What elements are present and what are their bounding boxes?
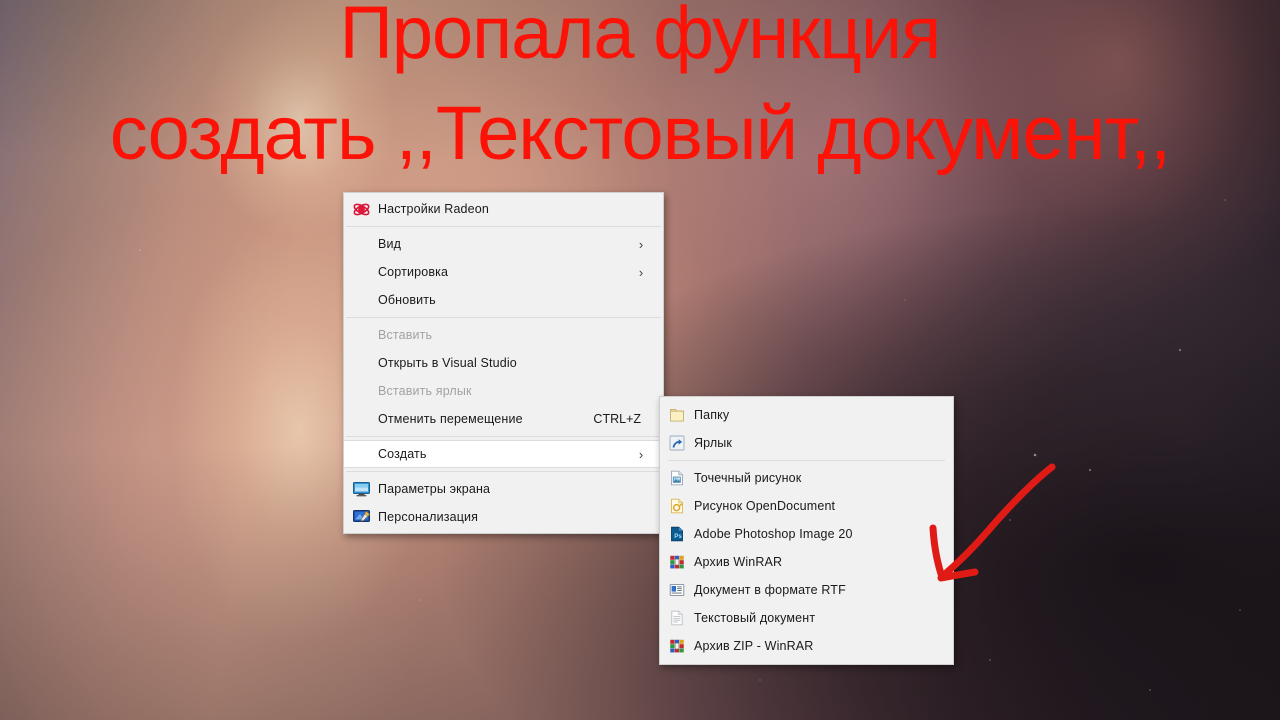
menu-item-label: Персонализация xyxy=(378,510,479,524)
winrar-zip-icon xyxy=(660,632,694,660)
submenu-item-shortcut[interactable]: Ярлык xyxy=(660,429,953,457)
menu-item-label: Вид xyxy=(378,237,402,251)
rtf-document-icon xyxy=(660,576,694,604)
empty-icon-slot xyxy=(344,258,378,286)
empty-icon-slot xyxy=(344,377,378,405)
menu-separator xyxy=(346,471,661,472)
submenu-item-label: Рисунок OpenDocument xyxy=(694,499,836,513)
submenu-item-zip-winrar-archive[interactable]: Архив ZIP - WinRAR xyxy=(660,632,953,660)
menu-item-refresh[interactable]: Обновить xyxy=(344,286,663,314)
submenu-item-label: Adobe Photoshop Image 20 xyxy=(694,527,853,541)
display-settings-icon xyxy=(344,475,378,503)
submenu-item-label: Точечный рисунок xyxy=(694,471,802,485)
empty-icon-slot xyxy=(344,349,378,377)
menu-item-paste-shortcut: Вставить ярлык xyxy=(344,377,663,405)
menu-item-shortcut: CTRL+Z xyxy=(593,412,641,426)
submenu-item-rtf-document[interactable]: Документ в формате RTF xyxy=(660,576,953,604)
menu-item-personalization[interactable]: Персонализация xyxy=(344,503,663,531)
menu-item-label: Вставить ярлык xyxy=(378,384,472,398)
menu-item-display-settings[interactable]: Параметры экрана xyxy=(344,475,663,503)
chevron-right-icon: › xyxy=(638,236,644,252)
menu-item-paste: Вставить xyxy=(344,321,663,349)
menu-item-label: Открыть в Visual Studio xyxy=(378,356,517,370)
photoshop-icon: Ps xyxy=(660,520,694,548)
menu-item-label: Параметры экрана xyxy=(378,482,491,496)
menu-separator xyxy=(346,317,661,318)
desktop-context-menu[interactable]: Настройки Radeon Вид › Сортировка › Обно… xyxy=(343,192,664,534)
winrar-icon xyxy=(660,548,694,576)
chevron-right-icon: › xyxy=(638,264,644,280)
bitmap-image-icon xyxy=(660,464,694,492)
submenu-item-label: Архив ZIP - WinRAR xyxy=(694,639,814,653)
svg-text:Ps: Ps xyxy=(674,533,682,540)
submenu-separator xyxy=(668,460,945,461)
menu-separator xyxy=(346,436,661,437)
menu-item-create-new[interactable]: Создать › xyxy=(344,440,663,468)
submenu-item-label: Ярлык xyxy=(694,436,733,450)
text-document-icon xyxy=(660,604,694,632)
submenu-item-label: Документ в формате RTF xyxy=(694,583,846,597)
desktop-screen: Пропала функция создать ,,Текстовый доку… xyxy=(0,0,1280,720)
menu-item-undo-move[interactable]: Отменить перемещение CTRL+Z xyxy=(344,405,663,433)
menu-item-label: Вставить xyxy=(378,328,433,342)
submenu-item-text-document[interactable]: Текстовый документ xyxy=(660,604,953,632)
radeon-icon xyxy=(344,195,378,223)
menu-item-label: Настройки Radeon xyxy=(378,202,489,216)
create-new-submenu[interactable]: Папку Ярлык Точечный рисунок Рисунок Ope… xyxy=(659,396,954,665)
menu-item-radeon-settings[interactable]: Настройки Radeon xyxy=(344,195,663,223)
empty-icon-slot xyxy=(344,230,378,258)
chevron-right-icon: › xyxy=(638,446,644,462)
menu-item-label: Отменить перемещение xyxy=(378,412,523,426)
menu-item-sort[interactable]: Сортировка › xyxy=(344,258,663,286)
opendocument-drawing-icon xyxy=(660,492,694,520)
empty-icon-slot xyxy=(344,286,378,314)
menu-item-label: Обновить xyxy=(378,293,436,307)
empty-icon-slot xyxy=(344,440,378,468)
menu-item-open-in-visual-studio[interactable]: Открыть в Visual Studio xyxy=(344,349,663,377)
submenu-item-folder[interactable]: Папку xyxy=(660,401,953,429)
folder-icon xyxy=(660,401,694,429)
submenu-item-bitmap-image[interactable]: Точечный рисунок xyxy=(660,464,953,492)
submenu-item-label: Архив WinRAR xyxy=(694,555,783,569)
shortcut-icon xyxy=(660,429,694,457)
submenu-item-opendocument-drawing[interactable]: Рисунок OpenDocument xyxy=(660,492,953,520)
menu-item-view[interactable]: Вид › xyxy=(344,230,663,258)
menu-separator xyxy=(346,226,661,227)
menu-item-label: Сортировка xyxy=(378,265,449,279)
submenu-item-label: Папку xyxy=(694,408,730,422)
empty-icon-slot xyxy=(344,321,378,349)
submenu-item-label: Текстовый документ xyxy=(694,611,816,625)
personalization-icon xyxy=(344,503,378,531)
submenu-item-photoshop-image[interactable]: Ps Adobe Photoshop Image 20 xyxy=(660,520,953,548)
submenu-item-winrar-archive[interactable]: Архив WinRAR xyxy=(660,548,953,576)
menu-item-label: Создать xyxy=(378,447,427,461)
empty-icon-slot xyxy=(344,405,378,433)
